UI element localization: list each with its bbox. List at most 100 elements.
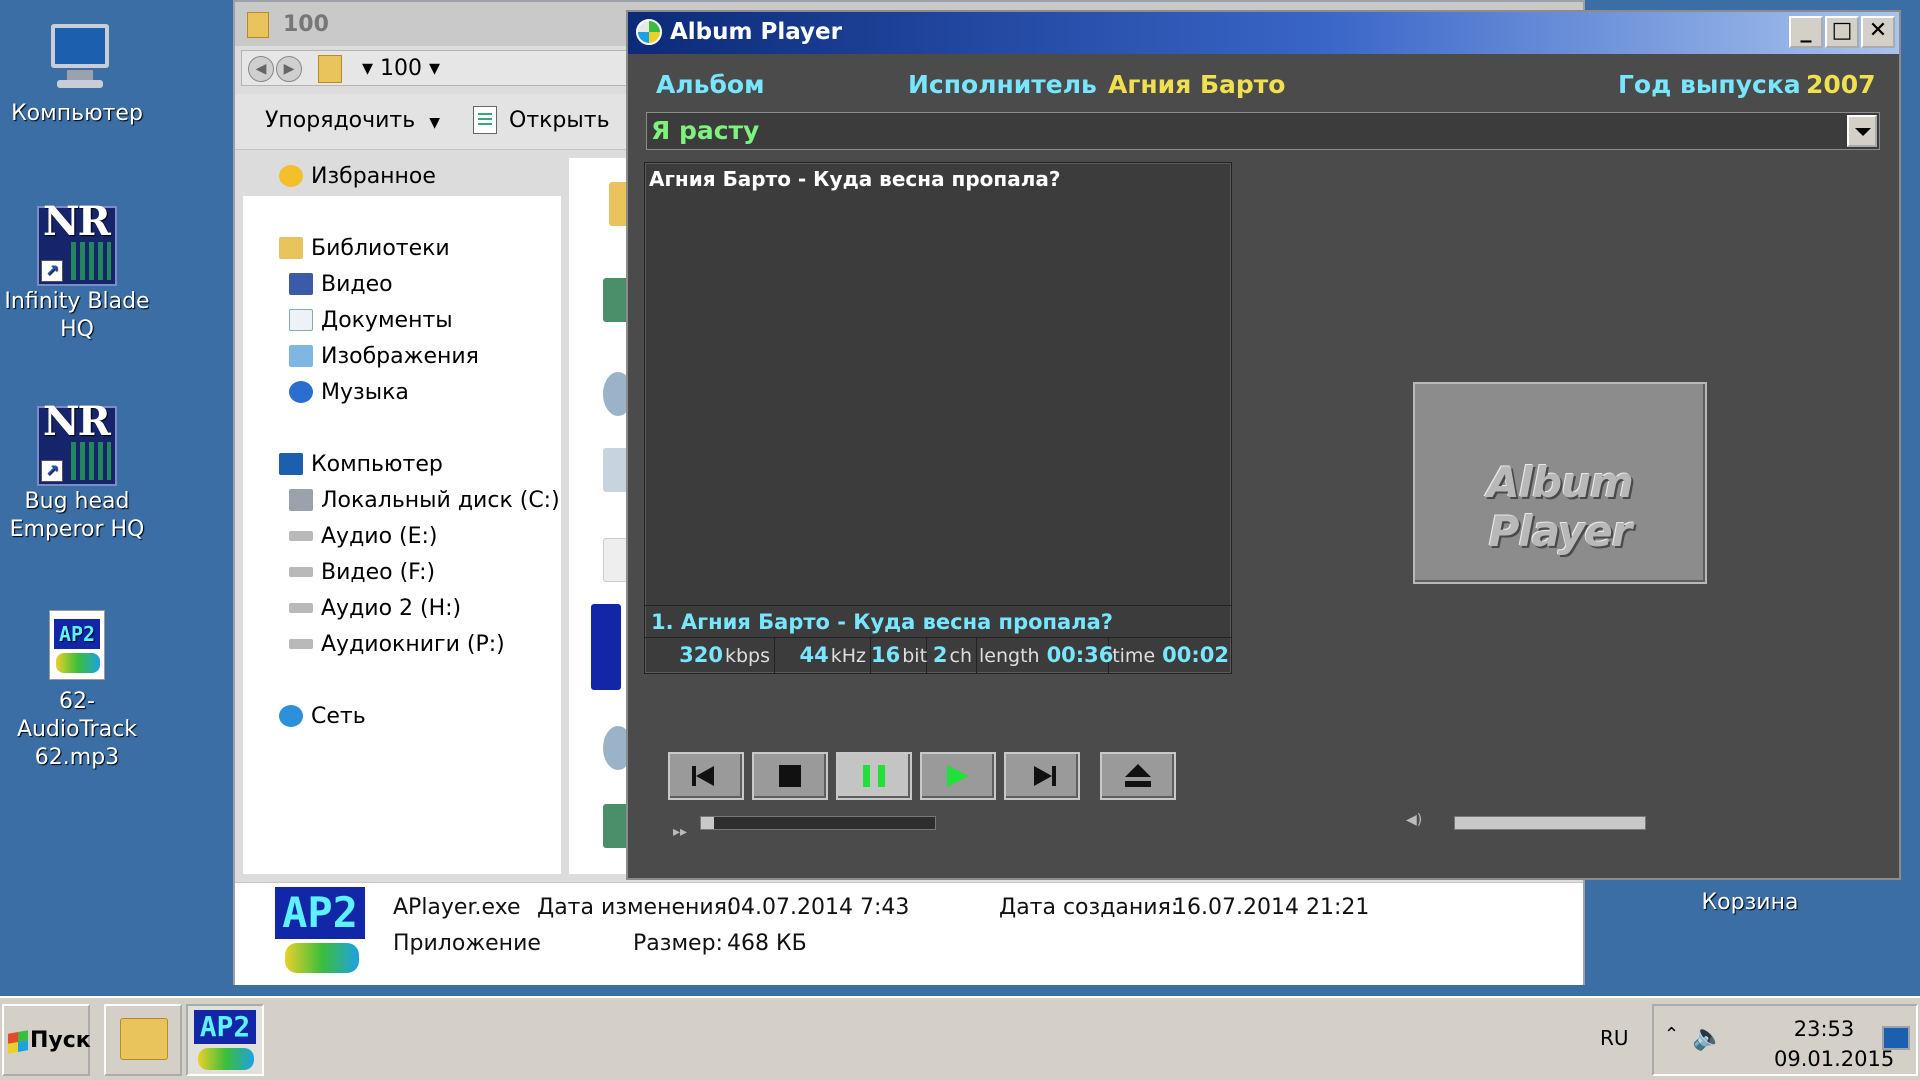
drive-icon (289, 639, 313, 649)
nav-network[interactable]: Сеть (279, 704, 366, 729)
desktop-icon-infinity-blade[interactable]: NR ↗ Infinity Blade HQ (2, 202, 152, 344)
next-button[interactable] (1004, 752, 1080, 800)
music-note-icon (289, 381, 313, 403)
ap2-file-icon: AP2 (49, 610, 105, 680)
nr-shortcut-icon: NR ↗ (37, 202, 117, 286)
desktop-icon-label: Компьютер (11, 101, 143, 126)
nav-video[interactable]: Видео (289, 272, 393, 297)
back-icon[interactable]: ◀ (248, 56, 274, 82)
recycle-bin-label[interactable]: Корзина (1680, 890, 1820, 915)
nav-audio-e[interactable]: Аудио (E:) (289, 524, 438, 549)
nav-images[interactable]: Изображения (289, 344, 479, 369)
nav-documents[interactable]: Документы (289, 308, 453, 333)
details-pane: AP2 APlayer.exe Дата изменения: 04.07.20… (235, 882, 1583, 985)
tray-expand-icon[interactable]: ⌃ (1664, 1024, 1679, 1045)
nav-computer[interactable]: Компьютер (279, 452, 443, 477)
ap2-app-icon: AP2 (275, 883, 365, 977)
nav-local-disk[interactable]: Локальный диск (C:) (289, 488, 560, 513)
libraries-icon (279, 237, 303, 259)
detail-modified-value: 04.07.2014 7:43 (727, 895, 910, 920)
detail-size-value: 468 КБ (727, 931, 807, 956)
forward-icon[interactable]: ▶ (276, 56, 302, 82)
stop-button[interactable] (752, 752, 828, 800)
now-playing-title: 1. Агния Барто - Куда весна пропала? (651, 610, 1113, 634)
star-icon (279, 165, 303, 187)
clock[interactable]: 23:53 09.01.2015 (1774, 1014, 1894, 1074)
ap2-file-icon (591, 604, 621, 690)
fast-forward-icon[interactable]: ▸▸ (673, 824, 687, 840)
organize-button[interactable]: Упорядочить ▼ (265, 108, 440, 133)
nav-audio2-h[interactable]: Аудио 2 (H:) (289, 596, 461, 621)
nav-libraries[interactable]: Библиотеки (279, 236, 450, 261)
desktop-icon-computer[interactable]: Компьютер (2, 18, 152, 128)
folder-icon (318, 55, 342, 83)
cover-logo-text: Album Player (1487, 458, 1634, 556)
close-button[interactable]: ✕ (1861, 16, 1895, 48)
globe-icon (279, 705, 303, 727)
album-label: Альбом (656, 70, 765, 99)
seek-slider-fill (701, 817, 715, 829)
playlist-item[interactable]: Агния Барто - Куда весна пропала? (649, 167, 1060, 191)
taskbar-album-player-button[interactable]: AP2 (186, 1004, 264, 1076)
year-label: Год выпуска (1618, 70, 1801, 99)
desktop-icon-bug-head[interactable]: NR ↗ Bug head Emperor HQ (2, 402, 152, 544)
volume-slider[interactable] (1454, 816, 1646, 830)
film-icon (289, 273, 313, 295)
album-player-app-icon (636, 19, 662, 45)
player-title: Album Player (670, 19, 842, 45)
stat-channels: 2 ch (927, 638, 977, 674)
desktop-icon-label: 62-AudioTrack 62.mp3 (16, 689, 138, 770)
desktop-icon-audiotrack[interactable]: AP2 62-AudioTrack 62.mp3 (2, 610, 152, 772)
previous-button[interactable] (668, 752, 744, 800)
now-playing-bar: 1. Агния Барто - Куда весна пропала? (645, 605, 1231, 637)
detail-modified-label: Дата изменения: (537, 895, 735, 920)
eject-button[interactable] (1100, 752, 1176, 800)
navigation-pane: Избранное Библиотеки Видео Документы Изо… (243, 158, 561, 874)
folder-icon (247, 12, 269, 38)
desktop-icon-label: Bug head Emperor HQ (9, 489, 145, 542)
taskbar: Пуск AP2 RU ⌃ 🔈 23:53 09.01.2015 (0, 996, 1920, 1080)
folder-icon (120, 1018, 168, 1060)
player-titlebar[interactable]: Album Player _ □ ✕ (628, 12, 1899, 54)
volume-icon[interactable]: 🔈 (1692, 1022, 1724, 1052)
album-dropdown-value: Я расту (651, 116, 760, 145)
windows-drive-icon (289, 489, 313, 511)
artist-value: Агния Барто (1108, 70, 1286, 99)
detail-created-value: 16.07.2014 21:21 (1173, 895, 1370, 920)
windows-logo-icon (8, 1030, 28, 1054)
track-stats: 320 kbps 44 kHz 16 bit 2 ch length 00:36 tim… (645, 637, 1231, 674)
nav-audiobooks-p[interactable]: Аудиокниги (P:) (289, 632, 505, 657)
maximize-button[interactable]: □ (1825, 16, 1859, 48)
show-desktop-icon[interactable] (1882, 1026, 1910, 1050)
open-button[interactable]: Открыть (509, 108, 610, 133)
image-icon (289, 345, 313, 367)
minimize-button[interactable]: _ (1789, 16, 1823, 48)
nav-favorites[interactable]: Избранное (279, 164, 436, 189)
album-player-window: Album Player _ □ ✕ Альбом Исполнитель Аг… (626, 10, 1901, 880)
drive-icon (289, 567, 313, 577)
nr-shortcut-icon: NR ↗ (37, 402, 117, 486)
drive-icon (289, 603, 313, 613)
language-indicator[interactable]: RU (1600, 1026, 1629, 1050)
pause-button[interactable] (836, 752, 912, 800)
nav-video-f[interactable]: Видео (F:) (289, 560, 435, 585)
taskbar-explorer-button[interactable] (104, 1004, 182, 1076)
chevron-down-icon[interactable] (1847, 115, 1877, 147)
album-dropdown[interactable]: Я расту (646, 112, 1880, 150)
artist-label: Исполнитель (908, 70, 1097, 99)
address-path[interactable]: ▾ 100 ▾ (362, 56, 440, 81)
seek-slider[interactable] (700, 816, 936, 830)
stat-samplerate: 44 kHz (775, 638, 871, 674)
volume-slider-fill (1455, 817, 1645, 829)
system-tray: ⌃ 🔈 23:53 09.01.2015 (1652, 1004, 1918, 1076)
play-button[interactable] (920, 752, 996, 800)
speaker-icon[interactable]: ◀) (1406, 812, 1422, 828)
play-icon (947, 765, 969, 787)
explorer-title: 100 (283, 12, 329, 37)
stat-length: length 00:36 (977, 638, 1113, 674)
stat-bitrate: 320 kbps (645, 638, 775, 674)
nav-music[interactable]: Музыка (289, 380, 409, 405)
start-button[interactable]: Пуск (2, 1004, 91, 1076)
detail-size-label: Размер: (633, 931, 723, 956)
computer-icon (37, 18, 117, 98)
